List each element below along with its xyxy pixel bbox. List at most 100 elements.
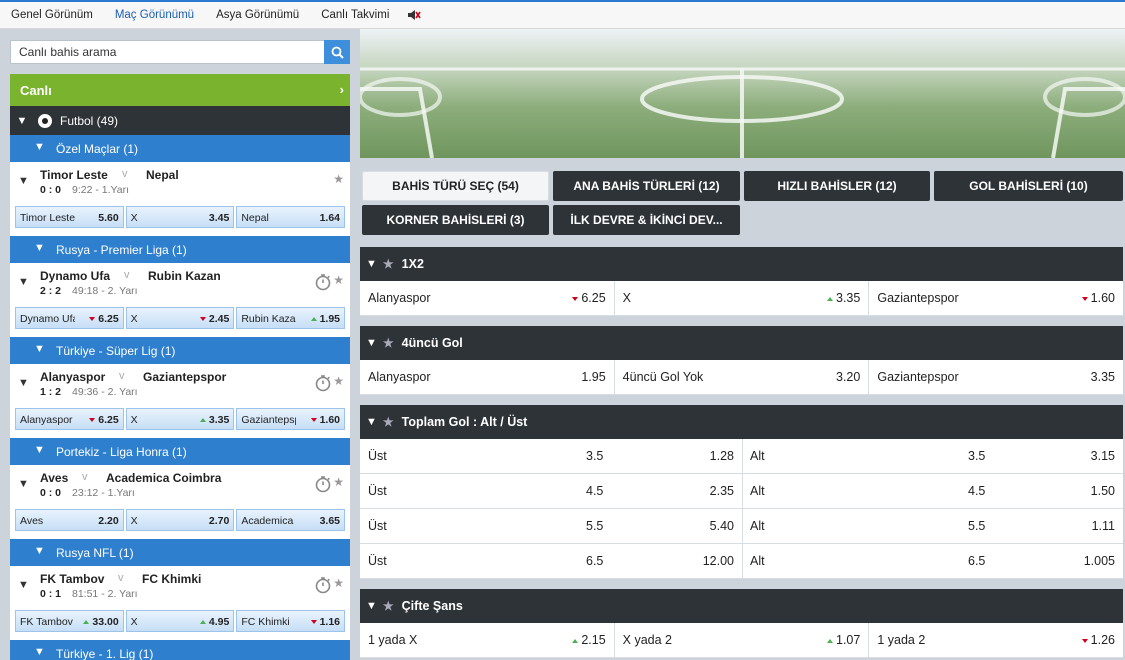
star-icon[interactable]: ★ <box>383 599 394 613</box>
market-header[interactable]: ▼ ★ Toplam Gol : Alt / Üst <box>360 405 1123 439</box>
league-header[interactable]: ▼ Türkiye - Süper Lig (1) <box>10 337 350 364</box>
market-total-goals: ▼ ★ Toplam Gol : Alt / Üst Üst 3.5 1.28 Alt 3.… <box>360 405 1123 579</box>
away-team[interactable]: Rubin Kazan <box>148 269 221 283</box>
nav-live-calendar[interactable]: Canlı Takvimi <box>321 9 389 21</box>
star-icon[interactable]: ★ <box>333 273 344 287</box>
nav-asia-view[interactable]: Asya Görünümü <box>216 9 299 21</box>
market-title: Çifte Şans <box>401 599 463 613</box>
home-team[interactable]: Dynamo Ufa <box>40 269 110 283</box>
odd-button[interactable]: Timor Leste 5.60 <box>15 206 124 228</box>
odd-button[interactable]: Alanyaspor 1.95 <box>360 360 615 394</box>
chevron-down-icon[interactable]: ▼ <box>18 579 29 591</box>
league-header[interactable]: ▼ Özel Maçlar (1) <box>10 135 350 162</box>
star-icon[interactable]: ★ <box>333 576 344 590</box>
odd-button[interactable]: Nepal 1.64 <box>236 206 346 228</box>
nav-match-view[interactable]: Maç Görünümü <box>115 9 194 21</box>
home-team[interactable]: FK Tambov <box>40 572 104 586</box>
odd-button[interactable]: FK Tambov 33.00 <box>15 610 124 632</box>
odd-button[interactable]: Aves 2.20 <box>15 509 124 531</box>
chevron-down-icon[interactable]: ▼ <box>18 276 29 288</box>
over-odd[interactable]: 5.40 <box>710 519 734 533</box>
stopwatch-icon[interactable] <box>314 374 332 392</box>
away-team[interactable]: FC Khimki <box>142 572 201 586</box>
odd-button[interactable]: Gaziantepspor 1.60 <box>236 408 346 430</box>
odd-button[interactable]: Gaziantepspor 1.60 <box>869 281 1123 315</box>
star-icon[interactable]: ★ <box>333 374 344 388</box>
odd-button[interactable]: X 3.45 <box>125 206 235 228</box>
tab-goal-bets[interactable]: GOL BAHİSLERİ (10) <box>934 171 1123 201</box>
home-team[interactable]: Aves <box>40 471 68 485</box>
over-under-row[interactable]: Üst 6.5 12.00 Alt 6.5 1.005 <box>360 544 1123 579</box>
odd-button[interactable]: X 3.35 <box>125 408 235 430</box>
tab-main-bet-types[interactable]: ANA BAHİS TÜRLERİ (12) <box>553 171 740 201</box>
under-odd[interactable]: 3.15 <box>1091 449 1115 463</box>
odd-button[interactable]: Alanyaspor 6.25 <box>360 281 615 315</box>
market-header[interactable]: ▼ ★ Çifte Şans <box>360 589 1123 623</box>
vs-separator: v <box>124 269 130 281</box>
odd-button[interactable]: 4üncü Gol Yok 3.20 <box>615 360 870 394</box>
odd-button[interactable]: FC Khimki 1.16 <box>236 610 346 632</box>
search-button[interactable] <box>324 40 350 64</box>
over-under-row[interactable]: Üst 5.5 5.40 Alt 5.5 1.11 <box>360 509 1123 544</box>
under-odd[interactable]: 1.11 <box>1092 519 1115 533</box>
odd-label: Gaziantepspor <box>241 414 296 426</box>
live-header[interactable]: Canlı › <box>10 74 350 106</box>
chevron-down-icon[interactable]: ▼ <box>18 377 29 389</box>
over-odd[interactable]: 1.28 <box>710 449 734 463</box>
odd-button[interactable]: Rubin Kazan 1.95 <box>236 307 346 329</box>
sport-football-header[interactable]: ▼ Futbol (49) <box>10 106 350 135</box>
match-time: 23:12 - 1.Yarı <box>72 487 135 499</box>
odd-button[interactable]: 1 yada 2 1.26 <box>869 623 1123 657</box>
star-icon[interactable]: ★ <box>383 257 394 271</box>
stopwatch-icon[interactable] <box>314 576 332 594</box>
league-header[interactable]: ▼ Rusya - Premier Liga (1) <box>10 236 350 263</box>
odd-button[interactable]: X 3.35 <box>615 281 870 315</box>
star-icon[interactable]: ★ <box>383 415 394 429</box>
over-under-row[interactable]: Üst 4.5 2.35 Alt 4.5 1.50 <box>360 474 1123 509</box>
league-header[interactable]: ▼ Türkiye - 1. Lig (1) <box>10 640 350 660</box>
chevron-down-icon[interactable]: ▼ <box>18 478 29 490</box>
market-header[interactable]: ▼ ★ 4üncü Gol <box>360 326 1123 360</box>
stopwatch-icon[interactable] <box>314 273 332 291</box>
chevron-down-icon[interactable]: ▼ <box>18 175 29 187</box>
odd-button[interactable]: Academica Coimbra 3.65 <box>236 509 346 531</box>
star-icon[interactable]: ★ <box>383 336 394 350</box>
odd-button[interactable]: Dynamo Ufa 6.25 <box>15 307 124 329</box>
odd-button[interactable]: Gaziantepspor 3.35 <box>869 360 1123 394</box>
search-input[interactable]: Canlı bahis arama <box>19 45 116 59</box>
odd-value: 1.60 <box>310 414 340 426</box>
odd-button[interactable]: X 4.95 <box>125 610 235 632</box>
away-team[interactable]: Gaziantepspor <box>143 370 226 384</box>
under-odd[interactable]: 1.005 <box>1084 554 1115 568</box>
arrow-up-icon <box>827 297 833 301</box>
home-team[interactable]: Timor Leste <box>40 168 108 182</box>
live-search-box[interactable]: Canlı bahis arama <box>10 40 350 64</box>
over-odd[interactable]: 2.35 <box>710 484 734 498</box>
home-team[interactable]: Alanyaspor <box>40 370 105 384</box>
odd-label: Rubin Kazan <box>241 313 297 325</box>
market-header[interactable]: ▼ ★ 1X2 <box>360 247 1123 281</box>
arrow-up-icon <box>572 639 579 643</box>
tab-select-bet-type[interactable]: BAHİS TÜRÜ SEÇ (54) <box>362 171 549 201</box>
league-header[interactable]: ▼ Rusya NFL (1) <box>10 539 350 566</box>
star-icon[interactable]: ★ <box>333 475 344 489</box>
stopwatch-icon[interactable] <box>314 475 332 493</box>
away-team[interactable]: Academica Coimbra <box>106 471 221 485</box>
over-under-row[interactable]: Üst 3.5 1.28 Alt 3.5 3.15 <box>360 439 1123 474</box>
odd-button[interactable]: Alanyaspor 6.25 <box>15 408 124 430</box>
league-header[interactable]: ▼ Portekiz - Liga Honra (1) <box>10 438 350 465</box>
tab-corner-bets[interactable]: KORNER BAHİSLERİ (3) <box>362 205 549 235</box>
odd-button[interactable]: X 2.45 <box>125 307 235 329</box>
tab-first-second-half[interactable]: İLK DEVRE & İKİNCİ DEV... <box>553 205 740 235</box>
away-team[interactable]: Nepal <box>146 168 179 182</box>
under-odd[interactable]: 1.50 <box>1091 484 1115 498</box>
speaker-muted-icon[interactable] <box>407 8 422 22</box>
odd-button[interactable]: 1 yada X 2.15 <box>360 623 615 657</box>
odd-button[interactable]: X yada 2 1.07 <box>615 623 870 657</box>
tab-quick-bets[interactable]: HIZLI BAHİSLER (12) <box>744 171 930 201</box>
odd-button[interactable]: X 2.70 <box>125 509 235 531</box>
over-odd[interactable]: 12.00 <box>703 554 734 568</box>
star-icon[interactable]: ★ <box>333 172 344 186</box>
arrow-up-icon <box>310 317 317 321</box>
nav-general-view[interactable]: Genel Görünüm <box>11 9 93 21</box>
